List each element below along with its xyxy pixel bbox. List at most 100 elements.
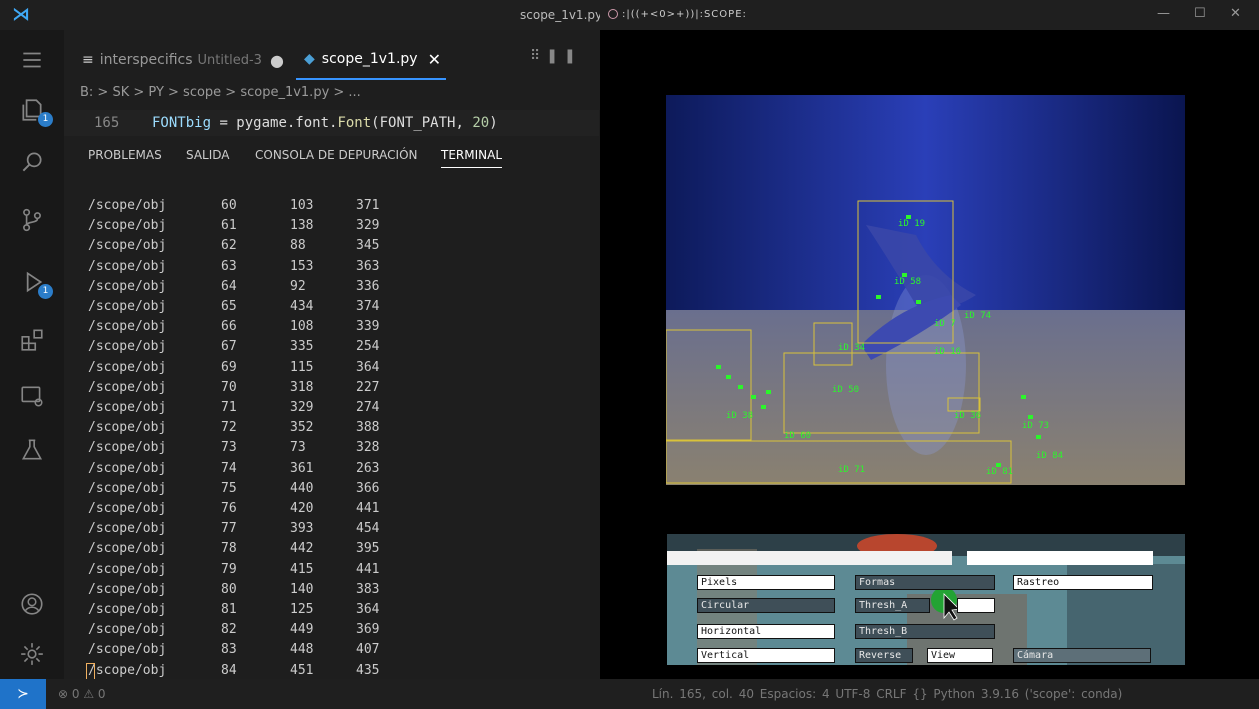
terminal-cell: 335 <box>290 339 314 355</box>
circular-button[interactable]: Circular <box>697 598 835 613</box>
tab-consola-depuracion[interactable]: CONSOLA DE DEPURACIÓN <box>255 148 418 162</box>
remote-explorer-icon[interactable] <box>0 376 64 416</box>
vscode-logo-icon[interactable]: ⋊ <box>10 5 32 25</box>
settings-gear-icon[interactable] <box>0 634 64 674</box>
tab-scope-file[interactable]: ◆ scope_1v1.py ✕ <box>296 40 446 80</box>
source-control-icon[interactable] <box>0 200 64 240</box>
pixels-button[interactable]: Pixels <box>697 575 835 590</box>
terminal-cell: /scope/obj <box>88 420 167 436</box>
code-line[interactable]: 165 FONTbig = pygame.font.Font(FONT_PATH… <box>64 110 599 136</box>
rastreo-button[interactable]: Rastreo <box>1013 575 1153 590</box>
tracking-id-label: iD 71 <box>838 465 866 475</box>
terminal-cell: 140 <box>290 581 314 597</box>
terminal-output[interactable]: /scope/obj 60 103 371/scope/obj 61 138 329/sco… <box>64 192 599 680</box>
terminal-cell: 440 <box>290 480 314 496</box>
tracking-blob <box>726 375 731 379</box>
formas-button[interactable]: Formas <box>855 575 995 590</box>
tracking-id-label: iD 38 <box>726 411 754 421</box>
video-feed[interactable]: iD 19 iD 58 iD 74 iD 7 iD 16 iD 34 iD 50 iD 36 i… <box>666 95 1185 485</box>
thresh-a-slider[interactable] <box>957 598 995 613</box>
terminal-cell: 67 <box>221 339 237 355</box>
tab-label: scope_1v1.py <box>321 51 418 67</box>
tab-terminal[interactable]: TERMINAL <box>441 148 503 168</box>
code-text: FONTbig = pygame.font.Font(FONT_PATH, 20… <box>152 115 498 131</box>
terminal-cell: 72 <box>221 420 237 436</box>
tracking-blob <box>766 390 771 394</box>
terminal-cell: 108 <box>290 319 314 335</box>
view-button[interactable]: View <box>927 648 993 663</box>
terminal-cell: 62 <box>221 238 237 254</box>
terminal-row: /scope/obj 81 125 364 <box>64 600 599 620</box>
tracking-blob <box>716 365 721 369</box>
search-icon[interactable] <box>0 142 64 182</box>
modified-dot-icon[interactable]: ● <box>270 51 284 70</box>
terminal-cell: /scope/obj <box>88 440 167 456</box>
terminal-row: /scope/obj 79 415 441 <box>64 560 599 580</box>
terminal-cell: 441 <box>356 501 380 516</box>
maximize-icon[interactable]: ☐ <box>1194 6 1206 21</box>
breadcrumb[interactable]: B: > SK > PY > scope > scope_1v1.py > ..… <box>80 85 361 100</box>
horizontal-button[interactable]: Horizontal <box>697 624 835 639</box>
close-window-icon[interactable]: ✕ <box>1230 6 1241 21</box>
reverse-button[interactable]: Reverse <box>855 648 913 663</box>
terminal-row: /scope/obj 82 449 369 <box>64 620 599 640</box>
problems-status[interactable]: ⊗ 0 ⚠ 0 <box>58 687 106 701</box>
menu-icon[interactable] <box>0 40 64 80</box>
minimize-icon[interactable]: — <box>1157 6 1170 21</box>
terminal-cell: /scope/obj <box>88 622 167 638</box>
editor-status[interactable]: Lín. 165, col. 40 Espacios: 4 UTF-8 CRLF… <box>652 687 1122 701</box>
scope-titlebar: :|((+<0>+))|:SCOPE: — ☐ ✕ <box>600 0 1259 30</box>
terminal-row: /scope/obj 61 138 329 <box>64 216 599 236</box>
terminal-cell: 345 <box>356 238 380 254</box>
terminal-cell: /scope/obj <box>88 359 167 375</box>
close-tab-icon[interactable]: ✕ <box>428 50 441 69</box>
vertical-button[interactable]: Vertical <box>697 648 835 663</box>
terminal-cell: 69 <box>221 359 237 375</box>
terminal-cell: /scope/obj <box>88 480 167 496</box>
terminal-cell: 448 <box>290 642 314 658</box>
terminal-cell: 92 <box>290 278 306 294</box>
terminal-row: /scope/obj 67 335 254 <box>64 337 599 357</box>
terminal-cell: 115 <box>290 359 314 375</box>
account-icon[interactable] <box>0 584 64 624</box>
terminal-cell: 329 <box>290 400 314 415</box>
terminal-cell: /scope/obj <box>88 541 167 557</box>
tracking-id-label: iD 16 <box>934 347 962 357</box>
terminal-cell: /scope/obj <box>88 198 167 213</box>
terminal-cell: 395 <box>356 541 380 557</box>
terminal-cell: /scope/obj <box>88 278 167 294</box>
run-debug-icon[interactable]: 1 <box>0 262 64 302</box>
tab-salida[interactable]: SALIDA <box>186 148 230 162</box>
terminal-cell: 415 <box>290 561 314 577</box>
terminal-row: /scope/obj 71 329 274 <box>64 398 599 418</box>
terminal-row: /scope/obj 84 451 435 <box>64 661 599 680</box>
thresh-a-button[interactable]: Thresh_A <box>855 598 930 613</box>
tab-label: interspecifics <box>99 52 193 68</box>
terminal-cell: 88 <box>290 238 306 254</box>
terminal-cell: /scope/obj <box>88 460 167 476</box>
thresh-b-button[interactable]: Thresh_B <box>855 624 995 639</box>
tracking-blob <box>1036 435 1041 439</box>
remote-indicator-icon[interactable]: ≻ <box>0 679 46 709</box>
tracking-id-label: iD 74 <box>964 311 992 321</box>
terminal-cell: 449 <box>290 622 314 638</box>
explorer-icon[interactable]: 1 <box>0 90 64 130</box>
testing-icon[interactable] <box>0 430 64 470</box>
tracking-id-label: iD 81 <box>986 467 1014 477</box>
tab-problemas[interactable]: PROBLEMAS <box>88 148 162 162</box>
terminal-cell: 65 <box>221 299 237 314</box>
camara-button[interactable]: Cámara <box>1013 648 1151 663</box>
terminal-cell: 75 <box>221 480 237 496</box>
vscode-window-title: scope_1v1.py <box>520 8 600 22</box>
extensions-icon[interactable] <box>0 320 64 360</box>
terminal-cell: /scope/obj <box>88 602 167 617</box>
terminal-cell: 103 <box>290 198 314 213</box>
terminal-cell: /scope/obj <box>88 642 167 658</box>
terminal-cell: 66 <box>221 319 237 335</box>
terminal-cell: 64 <box>221 278 237 294</box>
debug-toolbar-icon[interactable]: ⠿❚❚ <box>530 48 582 64</box>
terminal-row: /scope/obj 80 140 383 <box>64 580 599 600</box>
tab-interspecifics[interactable]: ≡ interspecifics Untitled-3 ● <box>82 40 284 80</box>
terminal-cell: 82 <box>221 622 237 638</box>
tracking-id-label: iD 58 <box>894 277 922 287</box>
